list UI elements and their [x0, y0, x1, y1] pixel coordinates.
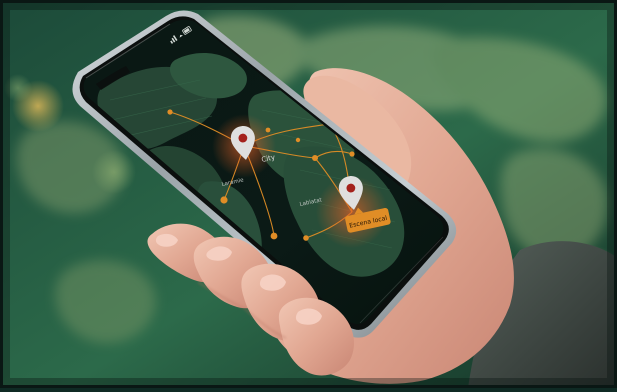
bokeh-light: [92, 150, 136, 194]
photo-stage: City Laramie Lablatat Escena local: [0, 0, 617, 392]
photo-scene: City Laramie Lablatat Escena local: [0, 0, 617, 392]
